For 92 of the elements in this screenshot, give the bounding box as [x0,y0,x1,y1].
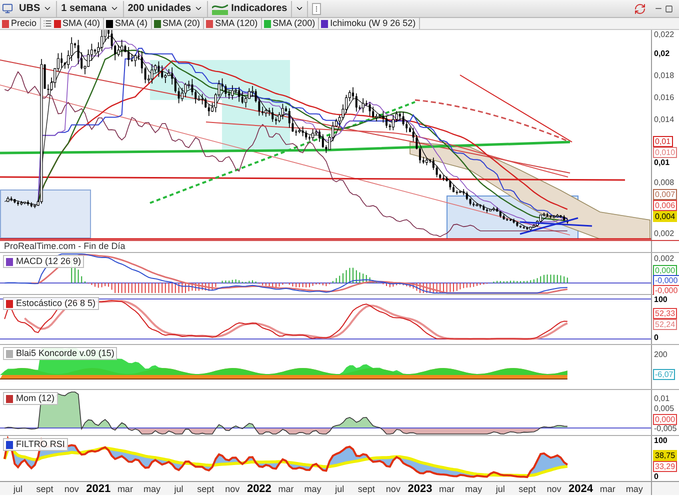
refresh-icon[interactable] [634,2,646,14]
time-axis-label: 2024 [568,483,594,495]
legend-label: SMA (4) [115,18,148,29]
indicator-title[interactable]: Blai5 Koncorde v.09 (15) [3,347,118,360]
time-axis-label: sept [197,483,214,495]
time-axis-label: 2021 [86,483,111,495]
time-axis-label: may [144,483,160,495]
indicator-name: Estocástico (26 8 5) [16,298,96,309]
indicator-name: FILTRO RSI [16,439,65,450]
axis-label: 0,01 [654,158,670,167]
price-tag: 0,007 [653,189,678,200]
price-tag: -0,000 [653,275,679,286]
indicator-title[interactable]: FILTRO RSI [3,438,68,451]
time-axis-label: 2023 [408,483,432,495]
time-axis-label: 2022 [246,483,272,495]
monitor-icon[interactable] [2,3,13,14]
symbol-dropdown[interactable]: UBS [15,0,58,16]
time-axis-label: jul [335,483,344,495]
options-button[interactable] [312,2,322,14]
legend-label: SMA (120) [215,18,258,29]
axis-label: 0,005 [654,404,674,413]
price-tag: 0,000 [653,265,678,276]
axis-label: 200 [654,350,668,359]
axis-label: 0 [654,333,658,342]
indicator-name: Blai5 Koncorde v.09 (15) [16,348,114,359]
source-label: ProRealTime.com - Fin de Día [4,241,126,251]
time-axis-label: jul [174,483,184,495]
time-axis-label: sept [358,483,375,495]
time-axis-label: may [465,483,482,495]
price-tag: 0,000 [653,414,678,425]
legend-item[interactable]: SMA (4) [106,18,152,29]
legend-item[interactable]: SMA (120) [206,18,262,29]
legend-item[interactable]: SMA (40) [54,18,104,29]
price-tag: 0,006 [653,200,678,211]
axis-label: 0,018 [654,71,674,80]
price-tag: -0,000 [653,285,679,296]
legend-label: Precio [11,18,37,29]
time-axis-label: nov [546,483,562,495]
price-tag: 33,29 [653,461,678,472]
legend-label: SMA (20) [162,18,200,29]
price-tag: 0,010 [653,147,678,158]
price-tag: -6,07 [653,369,676,380]
caret-icon [43,4,52,13]
price-tag: 0,01 [653,136,673,147]
axis-label: 0 [654,472,658,481]
indicator-title[interactable]: MACD (12 26 9) [3,255,84,268]
axis-label: 0,02 [654,49,670,58]
indicator-title[interactable]: Mom (12) [3,392,58,405]
legend-item[interactable]: SMA (20) [154,18,204,29]
time-axis-label: nov [386,483,400,495]
time-axis-label: may [304,483,322,495]
time-axis-label: mar [278,483,294,495]
axis-label: 0,022 [654,30,674,39]
axis-label: 0,008 [654,178,674,187]
units-dropdown[interactable]: 200 unidades [124,0,208,16]
restore-icon[interactable] [665,4,673,12]
axis-label: 0,002 [654,254,674,263]
caret-icon [194,4,204,13]
price-tag: 52,33 [653,308,678,319]
axis-label: 0,002 [654,229,674,238]
time-axis-label: may [626,483,643,495]
indicators-button[interactable]: Indicadores [208,0,292,16]
axis-label: 100 [654,295,668,304]
price-tag: 38,75 [653,450,678,461]
time-axis-label: nov [64,483,79,495]
indicator-name: MACD (12 26 9) [16,256,82,267]
legend-label: SMA (200) [272,18,316,29]
legend-item[interactable]: SMA (200) [264,18,320,29]
axis-label: 100 [654,436,668,445]
axis-label: -0,005 [654,424,677,433]
chart-icon [212,2,228,15]
time-axis-label: jul [496,483,505,495]
period-dropdown[interactable]: 1 semana [57,0,124,16]
list-icon[interactable] [42,19,52,28]
time-axis-label: mar [117,483,133,495]
time-axis-label: mar [600,483,616,495]
time-axis-label: jul [14,483,22,495]
time-axis-label: nov [225,483,240,495]
price-tag: 52,24 [653,319,678,330]
time-axis-label: sept [36,483,54,495]
axis-label: 0,01 [654,394,670,403]
time-axis-label: mar [439,483,455,495]
legend-item[interactable]: Precio [2,18,41,29]
axis-label: 0,014 [654,115,674,124]
axis-label: 0,016 [654,93,674,102]
indicator-name: Mom (12) [16,393,55,404]
price-tag: 0,004 [653,211,678,222]
legend-label: SMA (40) [62,18,100,29]
caret-icon [110,4,119,13]
time-axis-label: sept [518,483,536,495]
indicator-title[interactable]: Estocástico (26 8 5) [3,297,99,310]
caret-icon [295,4,304,13]
